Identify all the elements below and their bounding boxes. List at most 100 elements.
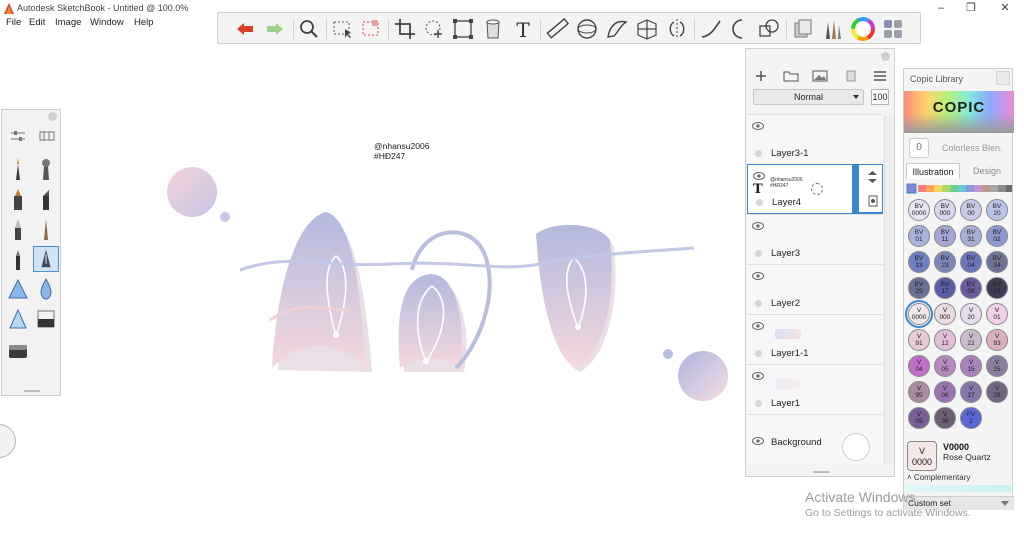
clear-layer-icon[interactable] [842, 69, 860, 83]
eye-icon[interactable] [753, 172, 765, 180]
copic-swatch[interactable]: V 17 [960, 381, 982, 403]
redo-icon[interactable] [262, 16, 288, 42]
crop-icon[interactable] [392, 16, 418, 42]
triangle-brush[interactable] [5, 276, 31, 302]
brush-palette-close-button[interactable] [48, 112, 57, 121]
french-curve-icon[interactable] [604, 16, 630, 42]
stroke-icon[interactable] [698, 16, 724, 42]
layer-row[interactable]: Layer2 [747, 264, 883, 314]
copic-swatch[interactable]: V 20 [960, 303, 982, 325]
copic-swatch[interactable]: V 99 [934, 407, 956, 429]
copic-swatch[interactable]: BV 01 [908, 225, 930, 247]
layer-row-background[interactable]: Background [747, 414, 883, 464]
selection-icon[interactable] [330, 16, 356, 42]
copic-swatch[interactable]: V 000 [934, 303, 956, 325]
copic-swatch[interactable]: V 93 [986, 329, 1008, 351]
copic-swatch[interactable]: BV 31 [960, 225, 982, 247]
eye-icon[interactable] [752, 437, 764, 445]
color-family-strip[interactable] [906, 183, 1012, 194]
complementary-toggle[interactable]: ˄ Complementary [907, 473, 970, 482]
canvas-text-watermark[interactable]: @nhansu2006 #HĐ247 [374, 141, 429, 161]
undo-icon[interactable] [232, 16, 258, 42]
copic-swatch[interactable]: BV 25 [908, 277, 930, 299]
layer-row[interactable]: Layer1-1 [747, 314, 883, 364]
layer-opacity-field[interactable]: 100 [871, 89, 889, 105]
copic-swatch[interactable]: V 01 [986, 303, 1008, 325]
brush-properties-icon[interactable] [8, 128, 28, 144]
add-image-icon[interactable] [811, 69, 829, 83]
lasso-icon[interactable] [421, 16, 447, 42]
marker-brush[interactable] [5, 186, 31, 212]
copic-swatch[interactable]: V 04 [908, 355, 930, 377]
copic-swatch[interactable]: V 91 [908, 329, 930, 351]
layer-scrollbar[interactable] [884, 115, 894, 465]
copic-swatch[interactable]: BV 29 [986, 277, 1008, 299]
add-group-icon[interactable] [782, 69, 800, 83]
copic-swatch[interactable]: V 22 [960, 329, 982, 351]
ellipse-guide-icon[interactable] [574, 16, 600, 42]
copic-swatch[interactable]: BV 23 [934, 251, 956, 273]
eye-icon[interactable] [752, 322, 764, 330]
brush-library-icon[interactable] [819, 16, 845, 42]
minimize-button[interactable]: – [926, 0, 956, 16]
layer-menu-icon[interactable] [871, 69, 889, 83]
ballpoint-brush[interactable] [5, 246, 31, 272]
copic-swatch[interactable]: V 12 [934, 329, 956, 351]
copic-swatch[interactable]: BV 02 [986, 225, 1008, 247]
copic-swatch[interactable]: V 25 [986, 355, 1008, 377]
copic-swatch[interactable]: V 28 [986, 381, 1008, 403]
menu-image[interactable]: Image [55, 17, 81, 28]
canvas-artwork[interactable] [160, 140, 740, 420]
color-puck[interactable] [0, 424, 16, 458]
layer-transform-icon[interactable] [756, 16, 782, 42]
copic-swatch[interactable]: BV 34 [986, 251, 1008, 273]
layer-lock-dot[interactable] [755, 250, 762, 257]
layer-lock-dot[interactable] [755, 350, 762, 357]
copic-swatch[interactable]: BV 04 [960, 251, 982, 273]
background-color-swatch[interactable] [842, 433, 870, 461]
colorless-blender-swatch[interactable]: 0 [909, 138, 929, 158]
menu-file[interactable]: File [6, 17, 21, 28]
tab-design[interactable]: Design [962, 163, 1012, 179]
fountain-pen-brush[interactable] [33, 246, 59, 272]
close-window-button[interactable]: ✕ [990, 0, 1020, 16]
brush-pen-brush[interactable] [33, 216, 59, 242]
eye-icon[interactable] [752, 122, 764, 130]
copic-swatch[interactable]: BV 08 [960, 277, 982, 299]
chisel-marker-brush[interactable] [33, 186, 59, 212]
add-layer-icon[interactable] [752, 69, 770, 83]
hard-eraser-brush[interactable] [5, 338, 31, 364]
text-icon[interactable]: T [510, 16, 536, 42]
copic-swatch[interactable]: BV 000 [934, 199, 956, 221]
zoom-icon[interactable] [296, 16, 322, 42]
blend-mode-select[interactable]: Normal [753, 89, 864, 105]
color-wheel-icon[interactable] [850, 16, 876, 42]
pencil-brush[interactable] [5, 156, 31, 182]
menu-help[interactable]: Help [134, 17, 154, 28]
copic-swatch[interactable]: BV 13 [908, 251, 930, 273]
layer-row[interactable]: Layer3-1 [747, 114, 883, 164]
maximize-button[interactable]: ❐ [956, 0, 986, 16]
copic-swatch[interactable]: BV 00 [960, 199, 982, 221]
eraser-brush[interactable] [33, 306, 59, 332]
copic-swatch[interactable]: V 95 [908, 381, 930, 403]
water-drop-brush[interactable] [33, 276, 59, 302]
copic-swatch[interactable]: BV 17 [934, 277, 956, 299]
selection-alt-icon[interactable] [358, 16, 384, 42]
copic-swatch[interactable]: V 0000 [905, 300, 933, 328]
menu-edit[interactable]: Edit [29, 17, 45, 28]
shape-icon[interactable] [726, 16, 752, 42]
eye-icon[interactable] [752, 372, 764, 380]
eye-icon[interactable] [752, 272, 764, 280]
layer-mask-icon[interactable] [868, 195, 878, 207]
copic-swatch[interactable]: V 15 [960, 355, 982, 377]
layer-lock-dot[interactable] [755, 400, 762, 407]
tab-illustration[interactable]: Illustration [906, 163, 960, 179]
menu-window[interactable]: Window [90, 17, 124, 28]
airbrush-brush[interactable] [33, 156, 59, 182]
copic-swatch[interactable]: BV 0000 [908, 199, 930, 221]
perspective-icon[interactable] [634, 16, 660, 42]
layer-lock-dot[interactable] [756, 199, 763, 206]
brush-library-icon[interactable] [37, 128, 57, 144]
copic-icon[interactable] [790, 16, 816, 42]
